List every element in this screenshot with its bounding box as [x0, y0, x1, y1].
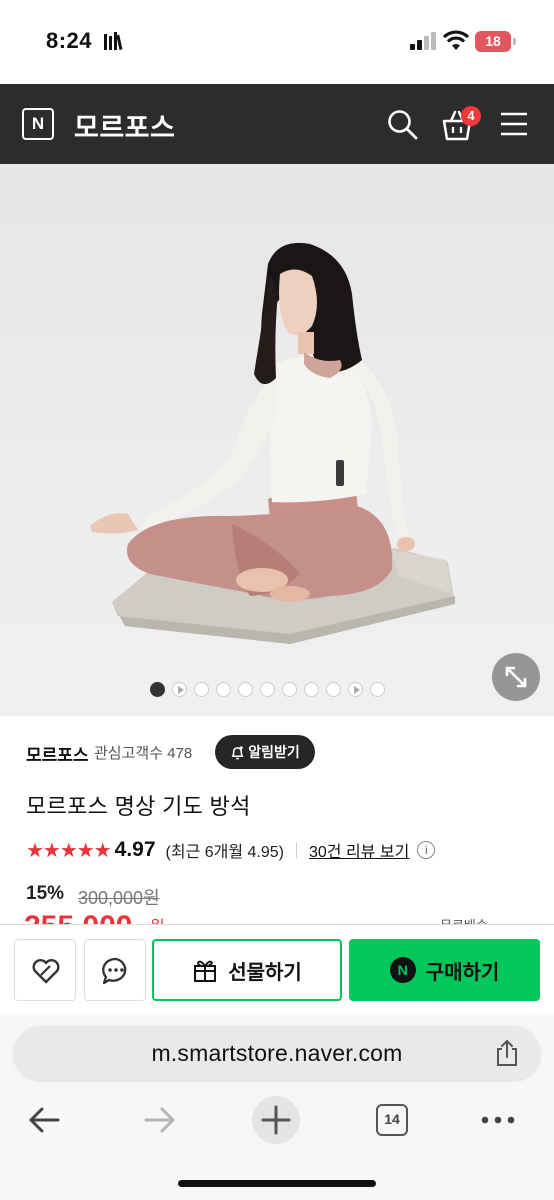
- wishlist-button[interactable]: [14, 939, 76, 1001]
- expand-icon: [505, 666, 527, 688]
- gift-button[interactable]: 선물하기: [152, 939, 342, 1001]
- chat-bubble-icon: [102, 957, 127, 985]
- cart-count-badge: 4: [461, 106, 481, 126]
- naver-pay-icon: N: [389, 957, 416, 983]
- purchase-action-bar: 선물하기 N 구매하기: [0, 924, 554, 1014]
- url-text: m.smartstore.naver.com: [151, 1040, 403, 1066]
- rating-row: ★★★★★ 4.97 (최근 6개월 4.95) 30건 리뷰 보기 i: [26, 837, 436, 863]
- new-tab-button[interactable]: [252, 1096, 300, 1144]
- bell-plus-icon: [231, 745, 244, 759]
- gift-icon: [194, 960, 217, 982]
- gallery-dot[interactable]: [260, 681, 275, 697]
- gallery-dot[interactable]: [194, 681, 209, 697]
- home-indicator: [178, 1180, 376, 1187]
- recent-rating: (최근 6개월 4.95): [165, 844, 284, 861]
- notification-label: 알림받기: [248, 744, 300, 760]
- battery-cap: [513, 38, 516, 45]
- sale-price: 255,000: [24, 907, 132, 925]
- status-bar: 8:24 18: [0, 0, 554, 84]
- wifi-icon: [443, 30, 469, 50]
- browser-nav-row: 14: [0, 1094, 554, 1146]
- interest-count: 관심고객수 478: [94, 745, 193, 762]
- share-icon[interactable]: [494, 1039, 520, 1067]
- menu-icon[interactable]: [500, 111, 528, 137]
- address-bar[interactable]: m.smartstore.naver.com: [14, 1026, 540, 1080]
- info-icon[interactable]: i: [417, 841, 436, 859]
- back-arrow-icon[interactable]: [26, 1102, 62, 1138]
- forward-arrow-icon[interactable]: [142, 1102, 178, 1138]
- notification-button[interactable]: 알림받기: [215, 735, 315, 769]
- gallery-dot[interactable]: [238, 681, 253, 697]
- rating-stars: ★★★★★: [26, 839, 112, 862]
- buy-button[interactable]: N 구매하기: [349, 939, 540, 1001]
- books-icon: [104, 32, 123, 51]
- expand-image-button[interactable]: [492, 653, 540, 701]
- buy-label: 구매하기: [425, 961, 500, 984]
- gallery-dot[interactable]: [282, 681, 297, 697]
- heart-link-icon: [32, 959, 60, 984]
- seller-name[interactable]: 모르포스: [26, 741, 89, 766]
- gift-label: 선물하기: [228, 961, 302, 984]
- signal-icon: [410, 32, 436, 50]
- status-time: 8:24: [46, 28, 93, 53]
- review-link[interactable]: 30건 리뷰 보기: [309, 838, 409, 862]
- gallery-dots: [150, 681, 385, 697]
- rating-value: 4.97: [114, 838, 156, 861]
- store-header: N 모르포스 4: [0, 84, 554, 164]
- gallery-dot[interactable]: [150, 681, 165, 697]
- gallery-dot-video[interactable]: [172, 681, 187, 697]
- product-image[interactable]: [0, 164, 554, 716]
- battery-icon: 18: [475, 31, 511, 52]
- gallery-dot[interactable]: [370, 681, 385, 697]
- more-dots-icon[interactable]: [480, 1108, 516, 1132]
- plus-icon: [261, 1105, 291, 1135]
- discount-rate: 15%: [26, 883, 65, 904]
- tabs-count-button[interactable]: 14: [376, 1104, 408, 1136]
- browser-toolbar: m.smartstore.naver.com 14: [0, 1014, 554, 1200]
- talk-button[interactable]: [84, 939, 146, 1001]
- meditation-photo: [90, 242, 455, 644]
- store-name[interactable]: 모르포스: [74, 106, 175, 145]
- divider: [296, 842, 297, 858]
- gallery-dot[interactable]: [304, 681, 319, 697]
- gallery-dot[interactable]: [326, 681, 341, 697]
- product-title: 모르포스 명상 기도 방석: [26, 794, 251, 819]
- naver-logo[interactable]: N: [22, 108, 54, 140]
- gallery-dot[interactable]: [216, 681, 231, 697]
- gallery-dot-video[interactable]: [348, 681, 363, 697]
- search-icon[interactable]: [386, 108, 418, 140]
